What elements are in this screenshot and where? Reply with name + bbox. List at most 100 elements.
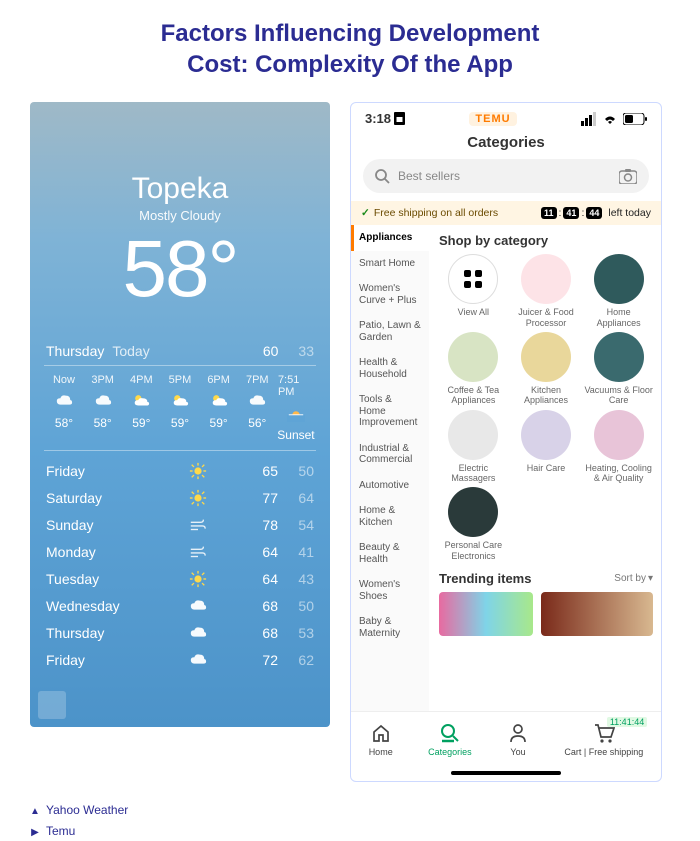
divider <box>44 365 316 366</box>
category-image <box>594 332 644 382</box>
weather-icon <box>94 392 112 410</box>
category-label: Hair Care <box>527 463 566 473</box>
today-lo: 33 <box>298 343 314 359</box>
category-image <box>521 332 571 382</box>
hour-temp: 59° <box>132 416 150 430</box>
weather-icon <box>144 489 252 507</box>
shop-by-category-header: Shop by category <box>439 233 653 248</box>
free-shipping-banner[interactable]: ✓ Free shipping on all orders 11: 41: 44… <box>351 201 661 225</box>
tab-cart[interactable]: 11:41:44 Cart | Free shipping <box>564 722 643 757</box>
hour-column: 3PM58° <box>85 374 121 442</box>
sidebar-item[interactable]: Industrial & Commercial <box>351 436 429 473</box>
today-row: Thursday Today 60 33 <box>46 343 314 359</box>
sidebar-item[interactable]: Women's Curve + Plus <box>351 276 429 313</box>
battery-icon <box>623 113 647 125</box>
category-label: Electric Massagers <box>439 463 508 484</box>
daily-forecast[interactable]: Friday6550Saturday7764Sunday7854Monday64… <box>46 457 314 673</box>
forecast-lo: 41 <box>288 544 314 560</box>
divider <box>44 450 316 451</box>
category-item[interactable]: View All <box>439 254 508 328</box>
forecast-lo: 64 <box>288 490 314 506</box>
weather-icon <box>248 392 266 410</box>
category-item[interactable]: Juicer & Food Processor <box>512 254 581 328</box>
hour-column: 7PM 56° <box>239 374 275 442</box>
forecast-row: Sunday7854 <box>46 511 314 538</box>
category-item[interactable]: Coffee & Tea Appliances <box>439 332 508 406</box>
category-label: Vacuums & Floor Care <box>584 385 653 406</box>
weather-icon <box>144 516 252 534</box>
tab-you[interactable]: You <box>507 722 529 757</box>
hour-time: 6PM <box>207 374 230 386</box>
title-line-2: Cost: Complexity Of the App <box>30 49 670 80</box>
temu-app-screenshot: 3:18 TEMU Categories Best sellers ✓ Free… <box>350 102 662 782</box>
forecast-day: Sunday <box>46 517 144 533</box>
sidebar-item[interactable]: Baby & Maternity <box>351 609 429 646</box>
sidebar-item[interactable]: Beauty & Health <box>351 535 429 572</box>
sidebar-item[interactable]: Home & Kitchen <box>351 498 429 535</box>
weather-icon <box>171 392 189 410</box>
hour-column: 4PM 59° <box>123 374 159 442</box>
forecast-day: Wednesday <box>46 598 144 614</box>
weather-icon <box>287 404 305 422</box>
trending-thumbnails[interactable] <box>439 592 653 636</box>
weather-icon <box>144 597 252 615</box>
sidebar-item[interactable]: Automotive <box>351 473 429 499</box>
category-label: Juicer & Food Processor <box>512 307 581 328</box>
category-label: Personal Care Electronics <box>439 540 508 561</box>
tab-categories[interactable]: Categories <box>428 722 472 757</box>
hour-time: 4PM <box>130 374 153 386</box>
forecast-day: Friday <box>46 652 144 668</box>
hour-time: 7PM <box>246 374 269 386</box>
search-placeholder: Best sellers <box>398 169 460 183</box>
weather-icon <box>144 570 252 588</box>
sidebar-item[interactable]: Tools & Home Improvement <box>351 387 429 436</box>
current-temp: 58° <box>46 223 314 315</box>
category-label: View All <box>458 307 489 317</box>
weather-icon <box>144 651 252 669</box>
forecast-hi: 68 <box>252 598 278 614</box>
hour-column: Now58° <box>46 374 82 442</box>
status-time: 3:18 <box>365 111 391 126</box>
category-item[interactable]: Vacuums & Floor Care <box>584 332 653 406</box>
hour-column: 5PM59° <box>162 374 198 442</box>
hour-temp: 56° <box>248 416 266 430</box>
weather-channel-logo <box>38 691 66 719</box>
category-item[interactable]: Kitchen Appliances <box>512 332 581 406</box>
category-item[interactable]: Hair Care <box>512 410 581 484</box>
tab-home[interactable]: Home <box>369 722 393 757</box>
forecast-lo: 54 <box>288 517 314 533</box>
sidebar-item[interactable]: Patio, Lawn & Garden <box>351 313 429 350</box>
hour-time: 7:51 PM <box>278 374 314 398</box>
category-label: Coffee & Tea Appliances <box>439 385 508 406</box>
temu-logo: TEMU <box>469 112 516 126</box>
forecast-hi: 64 <box>252 544 278 560</box>
search-input[interactable]: Best sellers <box>363 159 649 193</box>
category-sidebar[interactable]: AppliancesSmart HomeWomen's Curve + Plus… <box>351 225 429 711</box>
sidebar-item[interactable]: Smart Home <box>351 251 429 277</box>
sort-button[interactable]: Sort by ▾ <box>614 573 653 584</box>
category-image <box>521 254 571 304</box>
hour-column: 6PM59° <box>201 374 237 442</box>
forecast-lo: 50 <box>288 598 314 614</box>
camera-icon[interactable] <box>619 169 637 184</box>
category-item[interactable]: Electric Massagers <box>439 410 508 484</box>
weather-icon <box>144 624 252 642</box>
sidebar-item[interactable]: Appliances <box>351 225 429 251</box>
cart-timer-badge: 11:41:44 <box>607 717 647 727</box>
forecast-day: Thursday <box>46 625 144 641</box>
sidebar-item[interactable]: Health & Household <box>351 350 429 387</box>
category-image <box>594 410 644 460</box>
cart-icon: 11:41:44 <box>593 722 615 744</box>
category-item[interactable]: Personal Care Electronics <box>439 487 508 561</box>
triangle-up-icon: ▲ <box>30 803 40 820</box>
home-icon <box>370 722 392 744</box>
hour-temp: 58° <box>55 416 73 430</box>
forecast-lo: 43 <box>288 571 314 587</box>
category-item[interactable]: Heating, Cooling & Air Quality <box>584 410 653 484</box>
sidebar-item[interactable]: Women's Shoes <box>351 572 429 609</box>
today-day: Thursday <box>46 343 104 359</box>
hourly-forecast[interactable]: Now58°3PM58° 4PM 59° 5PM59°6PM59° 7PM 56° 7:51… <box>46 372 314 444</box>
home-indicator[interactable] <box>451 771 561 775</box>
category-item[interactable]: Home Appliances <box>584 254 653 328</box>
triangle-right-icon: ▶ <box>30 824 40 841</box>
